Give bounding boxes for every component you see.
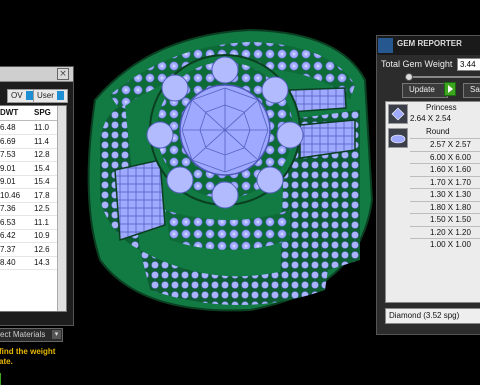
dwt-cell: 7.36 <box>0 204 16 213</box>
gem-size: 2.64 X 2.54 <box>410 114 451 123</box>
left-baguette-panel <box>114 159 166 242</box>
update-button-label: Update <box>409 85 435 94</box>
tab-toggle-icon <box>25 91 33 101</box>
dwt-cell: 6.42 <box>0 231 16 240</box>
tab-user[interactable]: User <box>33 89 68 103</box>
tab-user-label: User <box>37 91 54 100</box>
slider-handle[interactable] <box>405 73 413 81</box>
gem-size-row[interactable]: 1.30 X 1.30 <box>410 188 480 201</box>
material-weight-panel: × OV User DWT SPG 6.48 11.0 6.69 11.4 7.53 12… <box>0 66 74 385</box>
table-row[interactable]: 6.53 11.1 <box>0 217 58 230</box>
dwt-cell: 8.40 <box>0 258 16 267</box>
gem-size-row[interactable]: 1.80 X 1.80 <box>410 200 480 214</box>
table-row[interactable]: 6.48 11.0 <box>0 122 58 135</box>
gem-size-row[interactable]: 1.20 X 1.20 <box>410 225 480 239</box>
gem-size: 1.00 X 1.00 <box>430 240 471 249</box>
hint-line-1: find the weight <box>0 347 56 356</box>
spg-cell: 11.4 <box>34 136 49 146</box>
weight-table: DWT SPG 6.48 11.0 6.69 11.4 7.53 12.8 9.01 15.4… <box>0 105 67 312</box>
gem-reporter-panel: GEM REPORTER Total Gem Weight 3.44 Updat… <box>376 35 480 335</box>
spg-cell: 14.3 <box>34 258 50 267</box>
gem-size: 1.30 X 1.30 <box>430 190 471 199</box>
hint-text: find the weight ate. <box>0 347 55 367</box>
column-header-dwt: DWT <box>0 108 19 117</box>
spg-cell: 12.6 <box>34 244 50 254</box>
table-row[interactable]: 9.01 15.4 <box>0 163 58 176</box>
spg-cell: 15.4 <box>34 177 50 186</box>
column-header-spg: SPG <box>34 108 51 117</box>
table-row[interactable]: 7.36 12.5 <box>0 203 58 216</box>
select-materials-dropdown[interactable]: ect Materials ▾ <box>0 328 63 342</box>
gem-size-row[interactable]: 1.50 X 1.50 <box>410 213 480 226</box>
dwt-cell: 7.53 <box>0 150 16 159</box>
table-scrollbar[interactable] <box>57 106 66 311</box>
green-action-button[interactable] <box>0 373 1 385</box>
table-row[interactable]: 6.42 10.9 <box>0 230 58 243</box>
gem-size-row[interactable]: 2.57 X 2.57 <box>410 138 480 151</box>
save-button[interactable]: Sa <box>463 83 480 98</box>
hint-line-2: ate. <box>0 357 13 366</box>
table-row[interactable]: 10.46 17.8 <box>0 190 58 203</box>
gem-size-row[interactable]: 1.60 X 1.60 <box>410 163 480 176</box>
dwt-cell: 6.48 <box>0 123 16 132</box>
update-button[interactable]: Update <box>402 83 448 98</box>
spg-cell: 15.4 <box>34 163 50 173</box>
dwt-cell: 6.53 <box>0 217 16 227</box>
gem-list: Princess 2.64 X 2.54 Round 2.57 X 2.57 6.… <box>385 101 480 303</box>
table-row[interactable]: 8.40 14.3 <box>0 257 58 270</box>
gem-size: 6.00 X 6.00 <box>430 152 471 162</box>
spg-cell: 11.0 <box>34 123 49 132</box>
dwt-cell: 9.01 <box>0 163 16 173</box>
spg-cell: 12.5 <box>34 204 50 213</box>
chevron-down-icon: ▾ <box>52 330 61 339</box>
gem-size-row[interactable]: 1.70 X 1.70 <box>410 175 480 189</box>
gem-size: 1.50 X 1.50 <box>430 215 471 224</box>
app-logo-icon <box>378 38 393 53</box>
dwt-cell: 9.01 <box>0 177 16 186</box>
princess-cut-icon <box>388 104 408 124</box>
gem-size-row[interactable]: 1.00 X 1.00 <box>410 238 480 251</box>
gem-size: 1.20 X 1.20 <box>430 227 471 237</box>
table-row[interactable]: 9.01 15.4 <box>0 176 58 189</box>
right-baguette-panel <box>289 87 347 113</box>
gem-size: 1.60 X 1.60 <box>430 165 471 174</box>
spg-cell: 17.8 <box>34 190 50 200</box>
total-gem-weight-value: 3.44 <box>457 58 480 71</box>
table-row[interactable]: 7.37 12.6 <box>0 244 58 257</box>
panel-titlebar: GEM REPORTER <box>377 36 480 55</box>
table-header: DWT SPG <box>0 106 58 121</box>
spg-cell: 12.8 <box>34 150 50 159</box>
dwt-cell: 6.69 <box>0 136 16 146</box>
panel-titlebar: × <box>0 67 73 82</box>
tab-toggle-icon <box>56 91 64 101</box>
gem-size: 1.70 X 1.70 <box>430 177 471 187</box>
select-materials-label: ect Materials <box>0 330 46 339</box>
material-field[interactable]: Diamond (3.52 spg) <box>385 308 480 324</box>
gem-size: 1.80 X 1.80 <box>430 202 471 212</box>
gem-size-row[interactable]: 6.00 X 6.00 <box>410 150 480 164</box>
dwt-cell: 7.37 <box>0 244 16 254</box>
tab-ov-label: OV <box>11 91 23 100</box>
save-button-label: Sa <box>470 85 480 94</box>
play-icon[interactable] <box>444 82 456 96</box>
spg-cell: 11.1 <box>34 217 49 227</box>
gem-size: 2.57 X 2.57 <box>430 140 471 149</box>
spg-cell: 10.9 <box>34 231 50 240</box>
close-icon[interactable]: × <box>57 68 69 80</box>
total-gem-weight-label: Total Gem Weight <box>381 59 453 69</box>
table-row[interactable]: 7.53 12.8 <box>0 149 58 162</box>
gem-shape-name: Princess <box>426 103 457 112</box>
weight-slider[interactable] <box>405 76 480 78</box>
panel-title: GEM REPORTER <box>397 39 462 48</box>
material-value: Diamond (3.52 spg) <box>389 311 460 320</box>
round-cut-icon <box>388 128 408 148</box>
table-row[interactable]: 6.69 11.4 <box>0 136 58 149</box>
dwt-cell: 10.46 <box>0 190 21 200</box>
gem-shape-name: Round <box>426 127 450 136</box>
